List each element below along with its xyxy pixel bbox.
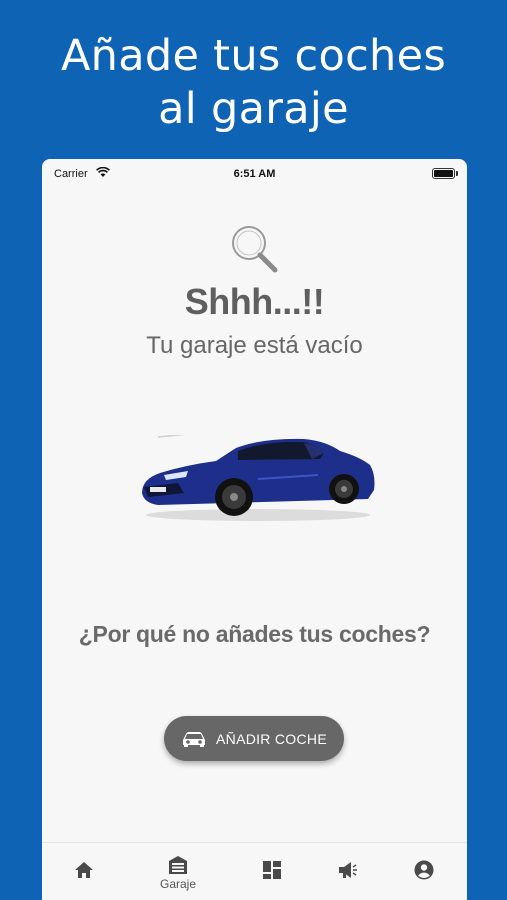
- promo-title-line2: al garaje: [158, 84, 349, 134]
- promo-title: Añade tus coches al garaje: [0, 30, 507, 136]
- status-time: 6:51 AM: [233, 168, 276, 180]
- empty-state-subtitle: Tu garaje está vacío: [146, 332, 363, 359]
- home-icon: [75, 862, 93, 878]
- tab-garage-label: Garaje: [159, 877, 197, 891]
- empty-state-prompt: ¿Por qué no añades tus coches?: [78, 621, 431, 647]
- add-car-button-label: AÑADIR COCHE: [216, 730, 327, 747]
- car-illustration: [142, 435, 375, 521]
- tab-account[interactable]: [394, 843, 454, 900]
- tab-dashboard[interactable]: [242, 843, 302, 900]
- phone-screen: Carrier 6:51 AM Shhh...!! Tu garaje está…: [42, 159, 467, 900]
- tab-home[interactable]: [54, 843, 114, 900]
- megaphone-icon: [339, 862, 357, 878]
- add-car-button[interactable]: AÑADIR COCHE: [164, 716, 344, 761]
- status-bar: Carrier 6:51 AM: [42, 159, 467, 189]
- tab-bar: Garaje: [42, 842, 467, 900]
- tab-garage[interactable]: Garaje: [148, 843, 208, 900]
- search-icon: [232, 226, 278, 273]
- dashboard-icon: [263, 861, 281, 879]
- promo-title-line1: Añade tus coches: [60, 31, 447, 81]
- garage-icon: [169, 856, 187, 874]
- car-icon: [183, 731, 206, 747]
- battery-icon: [432, 168, 455, 179]
- account-icon: [414, 860, 434, 880]
- battery-tip: [456, 171, 458, 176]
- empty-state-title: Shhh...!!: [184, 281, 325, 322]
- tab-announcements[interactable]: [318, 843, 378, 900]
